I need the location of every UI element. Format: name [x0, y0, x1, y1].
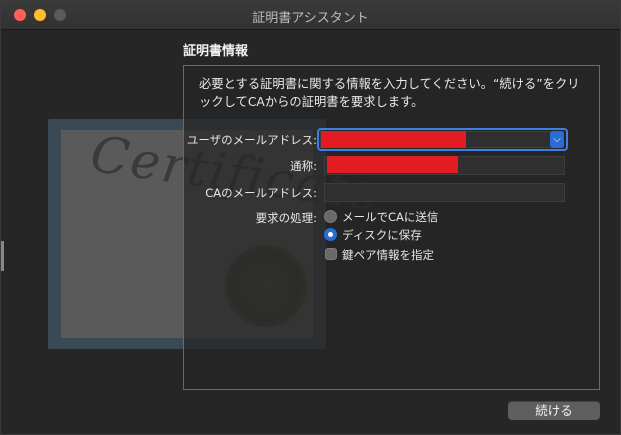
section-title: 証明書情報	[183, 44, 249, 59]
certificate-assistant-window: 証明書アシスタント Certificate 証明書情報 必要とする証明書に関する…	[0, 0, 621, 435]
keypair-checkbox[interactable]	[325, 248, 337, 260]
common-name-redaction	[327, 156, 458, 173]
request-label: 要求の処理:	[255, 211, 317, 225]
email-ca-option-label[interactable]: メールでCAに送信	[342, 209, 438, 225]
save-disk-radio[interactable]	[324, 228, 337, 241]
email-label: ユーザのメールアドレス:	[186, 133, 317, 147]
window-edge-marker	[1, 241, 4, 271]
keypair-checkbox-label[interactable]: 鍵ペア情報を指定	[342, 247, 434, 263]
title-bar: 証明書アシスタント	[1, 1, 620, 30]
save-disk-option-label[interactable]: ディスクに保存	[342, 227, 422, 243]
ca-email-label: CAのメールアドレス:	[205, 186, 317, 200]
window-title: 証明書アシスタント	[252, 11, 369, 26]
instructions-text: 必要とする証明書に関する情報を入力してください。“続ける”をクリックしてCAから…	[199, 77, 580, 109]
ca-email-field[interactable]	[324, 183, 565, 202]
common-name-label: 通称:	[290, 159, 317, 173]
email-ca-radio[interactable]	[324, 210, 337, 223]
continue-button[interactable]: 続ける	[508, 401, 600, 420]
email-focus-ring	[317, 128, 568, 151]
